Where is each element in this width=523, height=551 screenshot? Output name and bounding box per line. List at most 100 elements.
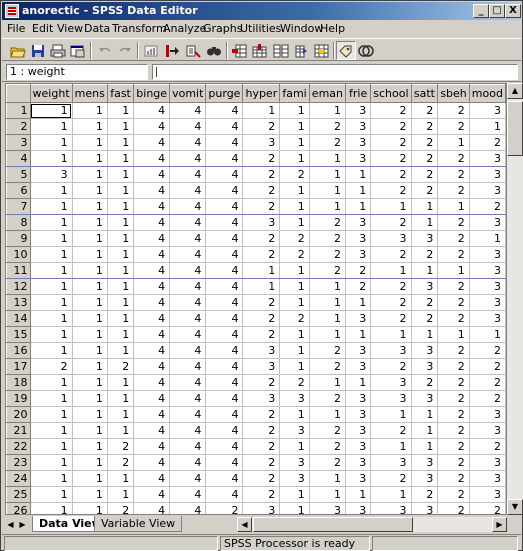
tab-scroll-left-icon[interactable]: ◀: [6, 517, 15, 532]
data-cell[interactable]: 2: [370, 134, 412, 151]
data-cell[interactable]: 2: [437, 342, 470, 359]
data-cell[interactable]: 2: [279, 374, 310, 391]
data-cell[interactable]: 2: [437, 486, 470, 503]
data-cell[interactable]: 4: [205, 422, 244, 439]
data-cell[interactable]: 2: [309, 422, 347, 439]
data-cell[interactable]: 1: [345, 374, 372, 391]
use-sets-icon[interactable]: [356, 41, 376, 60]
data-cell[interactable]: 1: [107, 342, 135, 359]
column-header-hyper[interactable]: hyper: [242, 84, 281, 103]
data-cell[interactable]: 1: [107, 150, 135, 167]
row-header[interactable]: 15: [6, 326, 31, 343]
data-cell[interactable]: 2: [437, 294, 470, 311]
data-cell[interactable]: 4: [133, 454, 171, 471]
column-header-school[interactable]: school: [370, 84, 412, 103]
data-cell[interactable]: 4: [205, 214, 244, 231]
data-cell[interactable]: 1: [72, 214, 108, 231]
data-cell[interactable]: 3: [242, 502, 281, 514]
data-cell[interactable]: 4: [169, 342, 207, 359]
data-cell[interactable]: 4: [169, 230, 207, 247]
data-cell[interactable]: 3: [469, 422, 506, 439]
minimize-button[interactable]: _: [473, 4, 489, 18]
data-cell[interactable]: 1: [30, 374, 73, 391]
data-cell[interactable]: 1: [72, 102, 108, 119]
data-cell[interactable]: 2: [469, 502, 506, 514]
data-cell[interactable]: 2: [370, 166, 412, 183]
data-cell[interactable]: 1: [72, 182, 108, 199]
menu-graphs[interactable]: Graphs: [203, 22, 242, 35]
data-cell[interactable]: 3: [242, 358, 281, 375]
column-header-vomit[interactable]: vomit: [169, 84, 207, 103]
row-header[interactable]: 12: [6, 278, 31, 295]
data-cell[interactable]: 1: [72, 470, 108, 487]
menu-file[interactable]: File: [7, 22, 25, 35]
data-cell[interactable]: 4: [169, 374, 207, 391]
data-cell[interactable]: 4: [133, 438, 171, 455]
row-header[interactable]: 20: [6, 406, 31, 423]
menu-utilities[interactable]: Utilities: [240, 22, 281, 35]
data-cell[interactable]: 4: [133, 262, 171, 279]
data-cell[interactable]: 2: [309, 118, 347, 135]
data-cell[interactable]: 2: [107, 358, 135, 375]
data-cell[interactable]: 1: [30, 262, 73, 279]
data-cell[interactable]: 1: [30, 342, 73, 359]
data-cell[interactable]: 4: [169, 390, 207, 407]
data-cell[interactable]: 4: [133, 502, 171, 514]
data-cell[interactable]: 4: [205, 358, 244, 375]
data-cell[interactable]: 1: [30, 422, 73, 439]
data-cell[interactable]: 1: [469, 118, 506, 135]
data-cell[interactable]: 4: [169, 502, 207, 514]
data-cell[interactable]: 3: [469, 150, 506, 167]
data-cell[interactable]: 4: [169, 486, 207, 503]
data-cell[interactable]: 1: [72, 438, 108, 455]
data-cell[interactable]: 2: [370, 358, 412, 375]
data-cell[interactable]: 4: [205, 486, 244, 503]
data-cell[interactable]: 2: [437, 166, 470, 183]
data-cell[interactable]: 4: [205, 102, 244, 119]
row-header[interactable]: 26: [6, 502, 31, 514]
data-cell[interactable]: 1: [30, 294, 73, 311]
data-cell[interactable]: 1: [469, 230, 506, 247]
data-cell[interactable]: 3: [279, 390, 310, 407]
data-cell[interactable]: 1: [411, 326, 439, 343]
data-cell[interactable]: 2: [411, 134, 439, 151]
row-header[interactable]: 7: [6, 198, 31, 215]
data-cell[interactable]: 1: [30, 134, 73, 151]
data-cell[interactable]: 4: [133, 470, 171, 487]
data-cell[interactable]: 4: [133, 390, 171, 407]
data-cell[interactable]: 1: [72, 454, 108, 471]
data-cell[interactable]: 2: [242, 406, 281, 423]
data-cell[interactable]: 1: [279, 294, 310, 311]
goto-chart-icon[interactable]: [141, 41, 161, 60]
data-cell[interactable]: 1: [107, 422, 135, 439]
find-icon[interactable]: [204, 41, 224, 60]
data-cell[interactable]: 4: [205, 390, 244, 407]
title-bar[interactable]: anorectic - SPSS Data Editor _ □ X: [2, 2, 521, 20]
data-cell[interactable]: 4: [205, 310, 244, 327]
data-cell[interactable]: 4: [205, 246, 244, 263]
data-cell[interactable]: 3: [469, 278, 506, 295]
data-cell[interactable]: 1: [345, 486, 372, 503]
data-cell[interactable]: 4: [133, 278, 171, 295]
data-cell[interactable]: 1: [279, 326, 310, 343]
data-cell[interactable]: 3: [279, 422, 310, 439]
data-cell[interactable]: 2: [107, 502, 135, 514]
data-cell[interactable]: 1: [72, 310, 108, 327]
data-cell[interactable]: 2: [469, 390, 506, 407]
data-cell[interactable]: 1: [279, 358, 310, 375]
data-cell[interactable]: 1: [107, 214, 135, 231]
data-cell[interactable]: 2: [437, 502, 470, 514]
data-cell[interactable]: 2: [437, 374, 470, 391]
data-cell[interactable]: 2: [411, 150, 439, 167]
data-cell[interactable]: 1: [72, 486, 108, 503]
row-header[interactable]: 10: [6, 246, 31, 263]
data-cell[interactable]: 1: [411, 406, 439, 423]
data-cell[interactable]: 1: [107, 134, 135, 151]
data-cell[interactable]: 4: [205, 342, 244, 359]
data-cell[interactable]: 2: [345, 262, 372, 279]
data-cell[interactable]: 2: [437, 230, 470, 247]
data-cell[interactable]: 4: [169, 470, 207, 487]
data-cell[interactable]: 4: [169, 422, 207, 439]
data-cell[interactable]: 2: [437, 390, 470, 407]
data-cell[interactable]: 2: [437, 310, 470, 327]
